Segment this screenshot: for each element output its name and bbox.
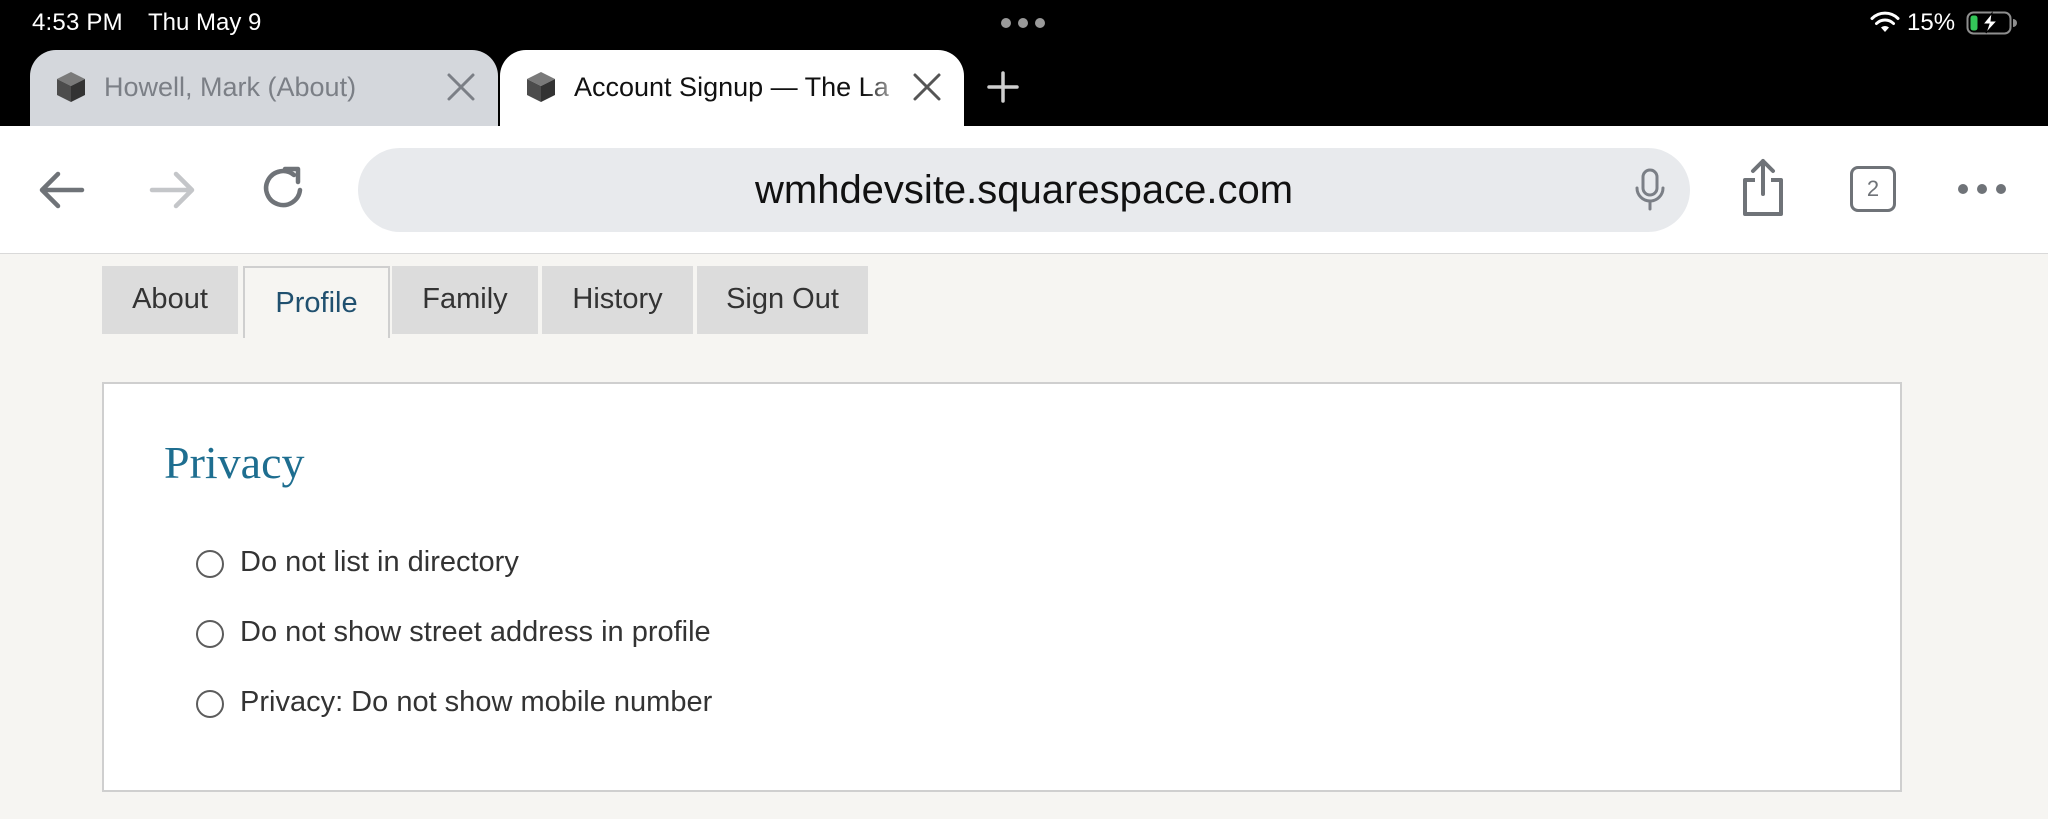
cube-favicon-icon	[57, 72, 85, 102]
browser-toolbar: wmhdevsite.squarespace.com 2	[0, 126, 2048, 254]
tab-family[interactable]: Family	[392, 266, 538, 334]
share-icon[interactable]	[1736, 156, 1790, 220]
back-arrow-icon[interactable]	[34, 162, 90, 218]
tab-title: Account Signup — The La	[574, 72, 889, 102]
cube-favicon-icon	[527, 72, 555, 102]
microphone-icon[interactable]	[1632, 168, 1668, 212]
tab-switcher-button[interactable]: 2	[1850, 166, 1896, 212]
radio-button[interactable]	[196, 550, 224, 578]
tab-profile[interactable]: Profile	[243, 266, 390, 338]
multitasking-dots-icon[interactable]	[1001, 18, 1045, 30]
url-text[interactable]: wmhdevsite.squarespace.com	[358, 148, 1690, 232]
forward-arrow-icon[interactable]	[144, 162, 200, 218]
close-tab-icon[interactable]	[446, 72, 476, 102]
tab-sign-out[interactable]: Sign Out	[697, 266, 868, 334]
status-time: 4:53 PM	[32, 9, 123, 36]
section-title: Privacy	[164, 437, 305, 488]
browser-tab-active[interactable]: Account Signup — The La	[500, 50, 964, 126]
option-label[interactable]: Privacy: Do not show mobile number	[240, 686, 712, 719]
tab-title: Howell, Mark (About)	[104, 72, 357, 102]
reload-icon[interactable]	[256, 160, 312, 216]
battery-charging-icon	[1966, 11, 2017, 35]
radio-button[interactable]	[196, 690, 224, 718]
battery-percent: 15%	[1907, 9, 1956, 36]
radio-button[interactable]	[196, 620, 224, 648]
tab-about[interactable]: About	[102, 266, 238, 334]
address-bar[interactable]: wmhdevsite.squarespace.com	[358, 148, 1690, 232]
privacy-panel: Privacy Do not list in directory Do not …	[102, 382, 1902, 792]
browser-top-bar: 4:53 PM Thu May 9 15% Howell, Mark (Abou…	[0, 0, 2048, 126]
browser-tab[interactable]: Howell, Mark (About)	[30, 50, 498, 126]
tab-history[interactable]: History	[542, 266, 693, 334]
new-tab-plus-icon[interactable]	[986, 70, 1020, 104]
wifi-icon	[1870, 11, 1900, 32]
status-date: Thu May 9	[148, 9, 262, 36]
option-label[interactable]: Do not show street address in profile	[240, 616, 711, 649]
close-tab-icon[interactable]	[912, 72, 942, 102]
option-label[interactable]: Do not list in directory	[240, 546, 519, 579]
more-options-icon[interactable]	[1958, 184, 2006, 196]
